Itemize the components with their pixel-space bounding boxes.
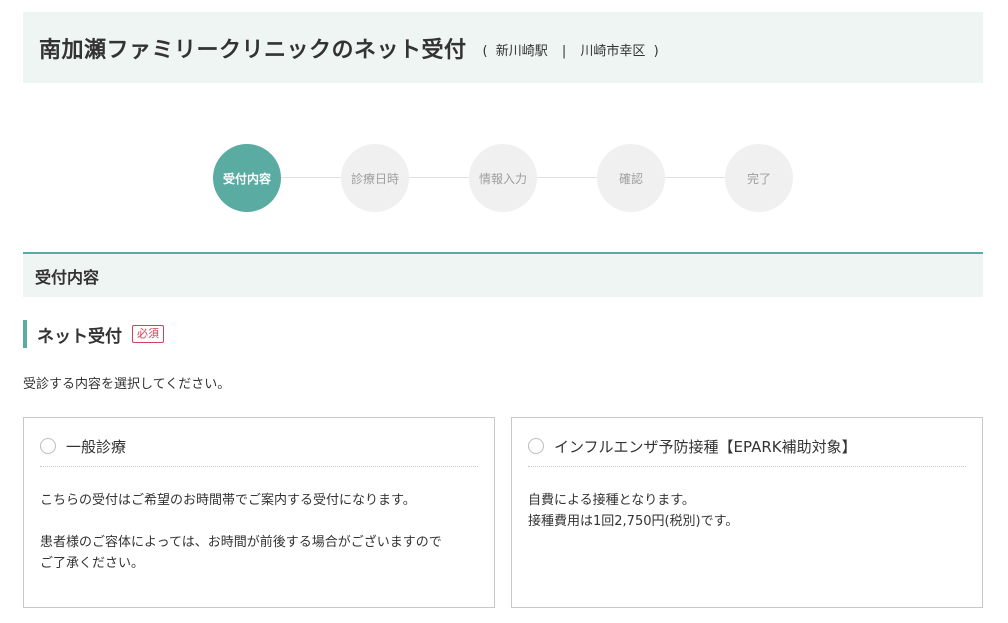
open-paren: ( [482, 44, 488, 59]
option-card-general[interactable]: 一般診療 こちらの受付はご希望のお時間帯でご案内する受付になります。 患者様のご… [23, 417, 495, 608]
option-title: 一般診療 [66, 437, 127, 456]
description-line: 自費による接種となります。 [528, 493, 695, 508]
option-card-influenza[interactable]: インフルエンザ予防接種【EPARK補助対象】 自費による接種となります。 接種費… [511, 417, 983, 608]
option-title: インフルエンザ予防接種【EPARK補助対象】 [554, 437, 857, 456]
section-title: 受付内容 [23, 252, 983, 297]
option-description: 自費による接種となります。 接種費用は1回2,750円(税別)です。 [528, 490, 966, 532]
subsection-title: ネット受付 [37, 326, 122, 347]
subsection-heading: ネット受付 必須 [23, 320, 164, 348]
clinic-name: 南加瀬ファミリークリニックのネット受付 [39, 37, 467, 63]
description-line: ご了承ください。 [40, 556, 145, 571]
area-name: 川崎市幸区 [580, 44, 646, 59]
station-name: 新川崎駅 [495, 44, 548, 59]
step-confirm: 確認 [597, 144, 665, 212]
description-line: 患者様のご容体によっては、お時間が前後する場合がございますので [40, 535, 442, 550]
step-complete: 完了 [725, 144, 793, 212]
progress-steps: 受付内容 診療日時 情報入力 確認 完了 [213, 144, 793, 212]
option-header[interactable]: インフルエンザ予防接種【EPARK補助対象】 [528, 426, 966, 467]
option-header[interactable]: 一般診療 [40, 426, 478, 467]
close-paren: ) [653, 44, 659, 59]
clinic-location: ( 新川崎駅 | 川崎市幸区 ) [483, 40, 659, 59]
step-datetime: 診療日時 [341, 144, 409, 212]
page-header: 南加瀬ファミリークリニックのネット受付 ( 新川崎駅 | 川崎市幸区 ) [23, 12, 983, 83]
instruction-text: 受診する内容を選択してください。 [23, 377, 231, 392]
description-line: こちらの受付はご希望のお時間帯でご案内する受付になります。 [40, 493, 416, 508]
location-separator: | [561, 44, 567, 59]
radio-button[interactable] [528, 438, 544, 454]
step-reception-content: 受付内容 [213, 144, 281, 212]
option-description: こちらの受付はご希望のお時間帯でご案内する受付になります。 患者様のご容体によっ… [40, 490, 478, 574]
description-line: 接種費用は1回2,750円(税別)です。 [528, 514, 739, 529]
required-badge: 必須 [132, 325, 164, 343]
radio-button[interactable] [40, 438, 56, 454]
step-info-input: 情報入力 [469, 144, 537, 212]
